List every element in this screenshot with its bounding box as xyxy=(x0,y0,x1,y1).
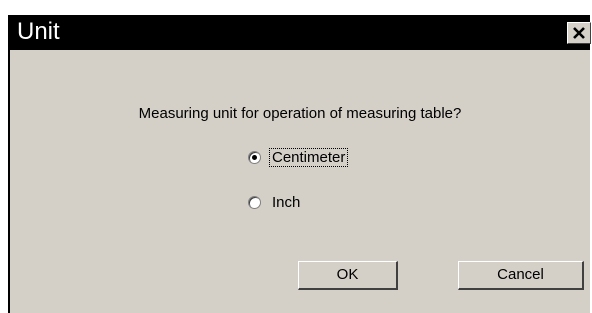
radio-button-centimeter[interactable] xyxy=(248,150,261,164)
radio-label-inch[interactable]: Inch xyxy=(270,194,302,211)
radio-selected-dot xyxy=(252,154,257,160)
ok-button[interactable]: OK xyxy=(298,261,398,290)
radio-button-inch[interactable] xyxy=(248,195,261,209)
close-icon xyxy=(573,27,585,39)
unit-dialog: Unit Measuring unit for operation of mea… xyxy=(8,15,591,313)
radio-option-centimeter[interactable]: Centimeter xyxy=(248,147,349,167)
question-text: Measuring unit for operation of measurin… xyxy=(138,105,462,122)
close-button[interactable] xyxy=(567,22,591,44)
title-bar[interactable]: Unit xyxy=(10,15,591,50)
dialog-title: Unit xyxy=(17,18,60,45)
radio-option-inch[interactable]: Inch xyxy=(248,193,302,211)
radio-label-centimeter[interactable]: Centimeter xyxy=(268,147,349,167)
cancel-button[interactable]: Cancel xyxy=(458,261,584,290)
